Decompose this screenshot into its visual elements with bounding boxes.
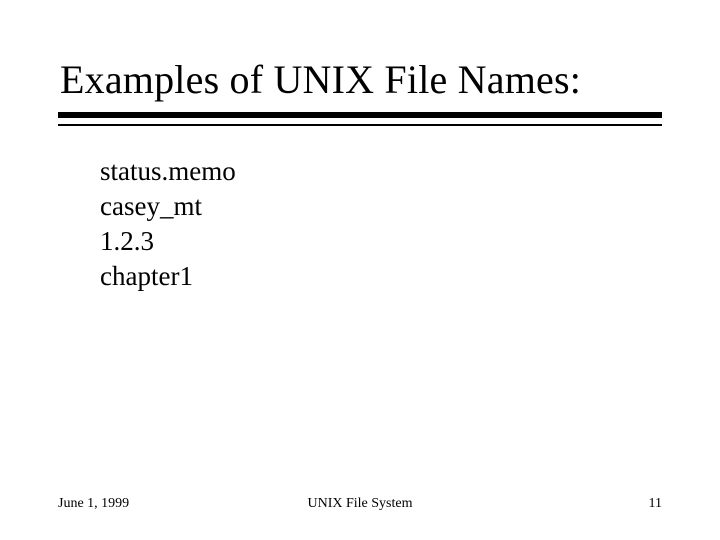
footer: June 1, 1999 UNIX File System 11 bbox=[58, 496, 662, 512]
slide-title: Examples of UNIX File Names: bbox=[60, 56, 581, 103]
list-item: chapter1 bbox=[100, 259, 236, 294]
list-item: status.memo bbox=[100, 154, 236, 189]
footer-title: UNIX File System bbox=[308, 496, 413, 512]
list-item: casey_mt bbox=[100, 189, 236, 224]
footer-date: June 1, 1999 bbox=[58, 496, 129, 512]
list-item: 1.2.3 bbox=[100, 224, 236, 259]
slide: Examples of UNIX File Names: status.memo… bbox=[0, 0, 720, 540]
title-rule-thin bbox=[58, 124, 662, 126]
title-rule-thick bbox=[58, 112, 662, 118]
footer-page: 11 bbox=[649, 496, 662, 512]
example-list: status.memo casey_mt 1.2.3 chapter1 bbox=[100, 154, 236, 294]
